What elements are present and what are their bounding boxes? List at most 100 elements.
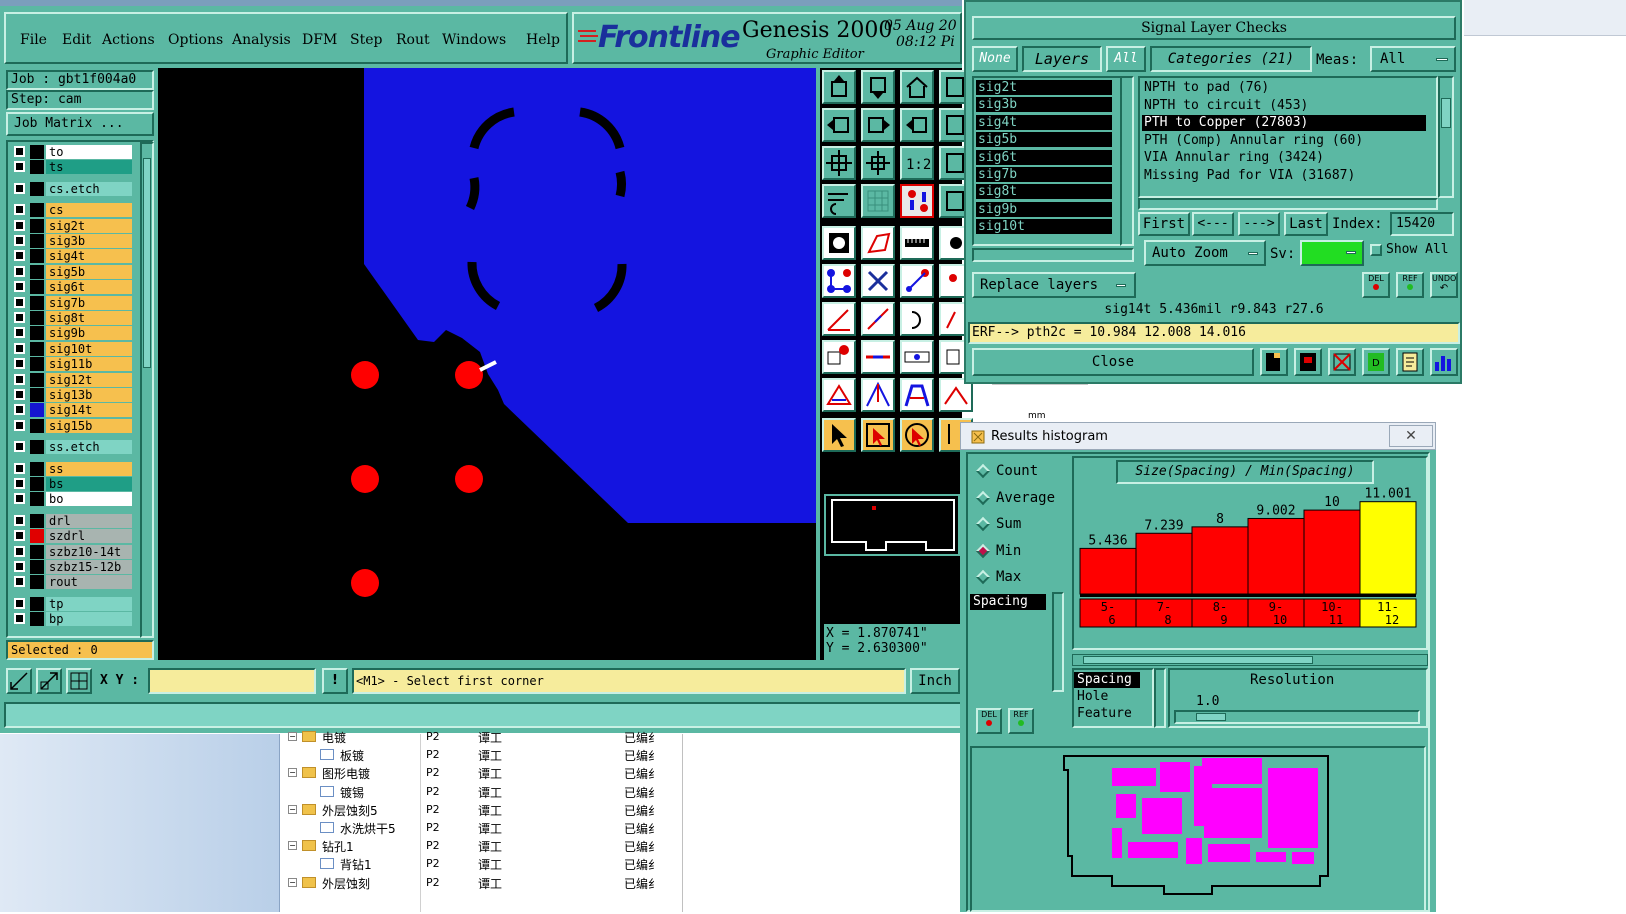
move-up-button[interactable] [822,70,856,104]
move-right-button[interactable] [861,108,895,142]
category-hscrollbar[interactable] [1138,198,1438,210]
scroll-thumb[interactable] [143,158,151,368]
layers-button[interactable]: Layers [1022,46,1102,72]
zoom-1to2-button[interactable]: 1:2 [900,146,934,180]
horizontal-tool-button[interactable] [861,340,895,374]
del-button[interactable]: DEL [976,708,1002,734]
list-item-selected[interactable]: Spacing [970,594,1046,610]
check-layer-item[interactable]: sig8t [976,184,1112,200]
category-item[interactable]: PTH (Comp) Annular ring (60) [1142,133,1426,149]
layer-checkbox[interactable] [14,250,25,262]
layer-list-scrollbar[interactable] [140,142,154,638]
menu-options[interactable]: Options [168,32,223,48]
replace-layers-dropdown[interactable]: Replace layers [972,272,1136,298]
category-item[interactable]: Missing Pad for VIA (31687) [1142,168,1426,184]
line-tool-button[interactable] [900,264,934,298]
sv-color-dropdown[interactable] [1300,240,1364,266]
layer-checkbox[interactable] [14,219,25,231]
category-list-scrollbar[interactable] [1438,76,1454,198]
menu-analysis[interactable]: Analysis [232,32,291,48]
histogram-bar[interactable] [1359,501,1417,595]
alert-icon[interactable]: ! [322,668,348,694]
none-button[interactable]: None [972,46,1018,72]
layer-checkbox[interactable] [14,493,25,505]
histogram-bar[interactable] [1303,509,1361,595]
check-layer-item[interactable]: sig10t [976,219,1112,235]
prev-button[interactable]: <--- [1192,212,1234,236]
check-layer-item[interactable]: sig7b [976,167,1112,182]
layer-row[interactable]: sig7b [8,295,132,310]
layer-checkbox[interactable] [14,419,25,431]
notes-icon[interactable] [1396,348,1424,376]
pad-snap-button[interactable] [822,340,856,374]
trapezoid-tool-button[interactable] [900,378,934,412]
check-layer-item[interactable]: sig2t [976,80,1112,95]
next-button[interactable]: ---> [1238,212,1280,236]
triangle-tool-button[interactable] [822,378,856,412]
category-item[interactable]: NPTH to circuit (453) [1142,98,1426,114]
all-button[interactable]: All [1106,46,1146,72]
ruler-button[interactable] [900,226,934,260]
flag-icon[interactable] [1294,348,1322,376]
menu-help[interactable]: Help [526,32,560,48]
layer-row[interactable]: szbz10-14t [8,544,132,559]
home-button[interactable] [900,70,934,104]
layer-checkbox[interactable] [14,576,25,588]
layer-row[interactable]: sig12t [8,372,132,387]
zoom-in-button[interactable] [822,146,856,180]
spacing-tool-button[interactable] [900,340,934,374]
grid-snap-icon[interactable] [66,668,92,694]
snap-button[interactable] [822,226,856,260]
layer-checkbox[interactable] [14,327,25,339]
layer-checkbox[interactable] [14,358,25,370]
option-feature[interactable]: Feature [1074,705,1152,722]
check-layer-item[interactable]: sig6t [976,149,1112,165]
menu-step[interactable]: Step [350,32,382,48]
move-down-button[interactable] [861,70,895,104]
check-layer-item[interactable]: sig9b [976,201,1112,217]
layer-row[interactable]: bs [8,477,132,491]
list-scrollbar[interactable] [1052,592,1064,692]
ref-button[interactable]: REF [1396,272,1424,298]
select-pointer-button[interactable] [822,418,856,452]
resolution-slider[interactable] [1174,710,1420,724]
peak-tool-button[interactable] [861,378,895,412]
category-item[interactable]: VIA Annular ring (3424) [1142,150,1426,166]
show-all-checkbox[interactable] [1370,244,1382,256]
layer-checkbox[interactable] [14,182,25,194]
tree-row[interactable]: − 电镀 P2 谭工 已编纟 [280,728,682,746]
measure-tool-button[interactable] [822,184,856,218]
layer-checkbox[interactable] [14,312,25,323]
histogram-bar[interactable] [1191,526,1249,595]
options-scrollbar[interactable] [1154,668,1166,728]
layer-checkbox[interactable] [14,342,25,354]
tree-row[interactable]: 水洗烘干5 P2 谭工 已编纟 [280,819,682,837]
option-hole[interactable]: Hole [1074,688,1152,705]
layer-row[interactable]: bo [8,492,132,507]
delete-cross-button[interactable] [861,264,895,298]
green-report-icon[interactable]: D [1362,348,1390,376]
angle-tool-button[interactable] [822,302,856,336]
xy-input[interactable] [148,668,316,694]
tree-row[interactable]: 背钻1 P2 谭工 已编纟 [280,855,682,873]
window-zoom-icon[interactable] [36,668,62,694]
collapse-icon[interactable]: − [288,732,297,741]
layer-row[interactable]: rout [8,575,132,590]
menu-rout[interactable]: Rout [396,32,430,48]
tree-row[interactable]: − 外层蚀刻 P2 谭工 已编纟 [280,874,682,892]
layer-row[interactable]: tp [8,596,132,611]
layer-row[interactable]: sig14t [8,403,132,418]
histogram-icon[interactable] [1430,348,1458,376]
layer-compare-button[interactable] [900,184,934,218]
tree-row[interactable]: 板镀 P2 谭工 已编纟 [280,746,682,764]
layer-row[interactable]: bp [8,612,132,627]
check-layer-item[interactable]: sig4t [976,114,1112,130]
mode-option-sum[interactable]: Sum [975,515,1066,535]
layer-row[interactable]: sig9b [8,326,132,341]
tree-row[interactable]: − 图形电镀 P2 谭工 已编纟 [280,764,682,782]
layer-row[interactable]: sig10t [8,341,132,356]
tree-row[interactable]: − 外层蚀刻5 P2 谭工 已编纟 [280,801,682,819]
layer-checkbox[interactable] [14,373,25,385]
layer-row[interactable]: sig5b [8,264,132,279]
layer-checkbox[interactable] [14,146,25,157]
